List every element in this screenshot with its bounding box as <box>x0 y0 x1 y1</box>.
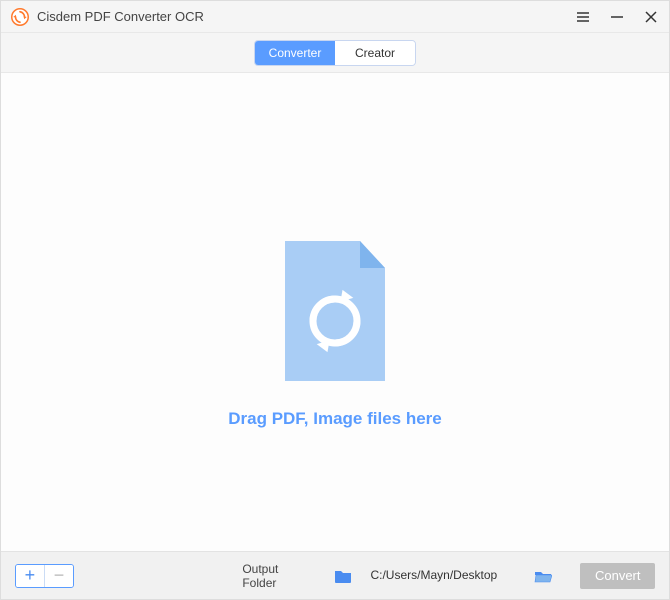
tab-converter[interactable]: Converter <box>255 41 335 65</box>
drop-instruction-text: Drag PDF, Image files here <box>228 409 442 429</box>
convert-button[interactable]: Convert <box>580 563 655 589</box>
footer-bar: + − Output Folder C:/Users/Mayn/Desktop … <box>1 551 669 599</box>
tab-bar: Converter Creator <box>1 33 669 73</box>
close-icon[interactable] <box>643 9 659 25</box>
document-refresh-icon <box>275 236 395 391</box>
window-controls <box>575 9 659 25</box>
tab-creator[interactable]: Creator <box>335 41 415 65</box>
mode-segmented-control: Converter Creator <box>254 40 416 66</box>
add-file-button[interactable]: + <box>16 565 45 587</box>
titlebar: Cisdem PDF Converter OCR <box>1 1 669 33</box>
output-folder-label: Output Folder <box>242 562 312 590</box>
minimize-icon[interactable] <box>609 9 625 25</box>
folder-icon <box>334 568 352 584</box>
drop-area[interactable]: Drag PDF, Image files here <box>1 73 669 551</box>
output-folder-path[interactable]: C:/Users/Mayn/Desktop <box>366 566 516 585</box>
app-logo-icon <box>11 8 29 26</box>
app-title: Cisdem PDF Converter OCR <box>37 9 204 24</box>
remove-file-button[interactable]: − <box>45 565 74 587</box>
add-remove-group: + − <box>15 564 74 588</box>
open-folder-icon[interactable] <box>534 568 552 584</box>
menu-icon[interactable] <box>575 9 591 25</box>
